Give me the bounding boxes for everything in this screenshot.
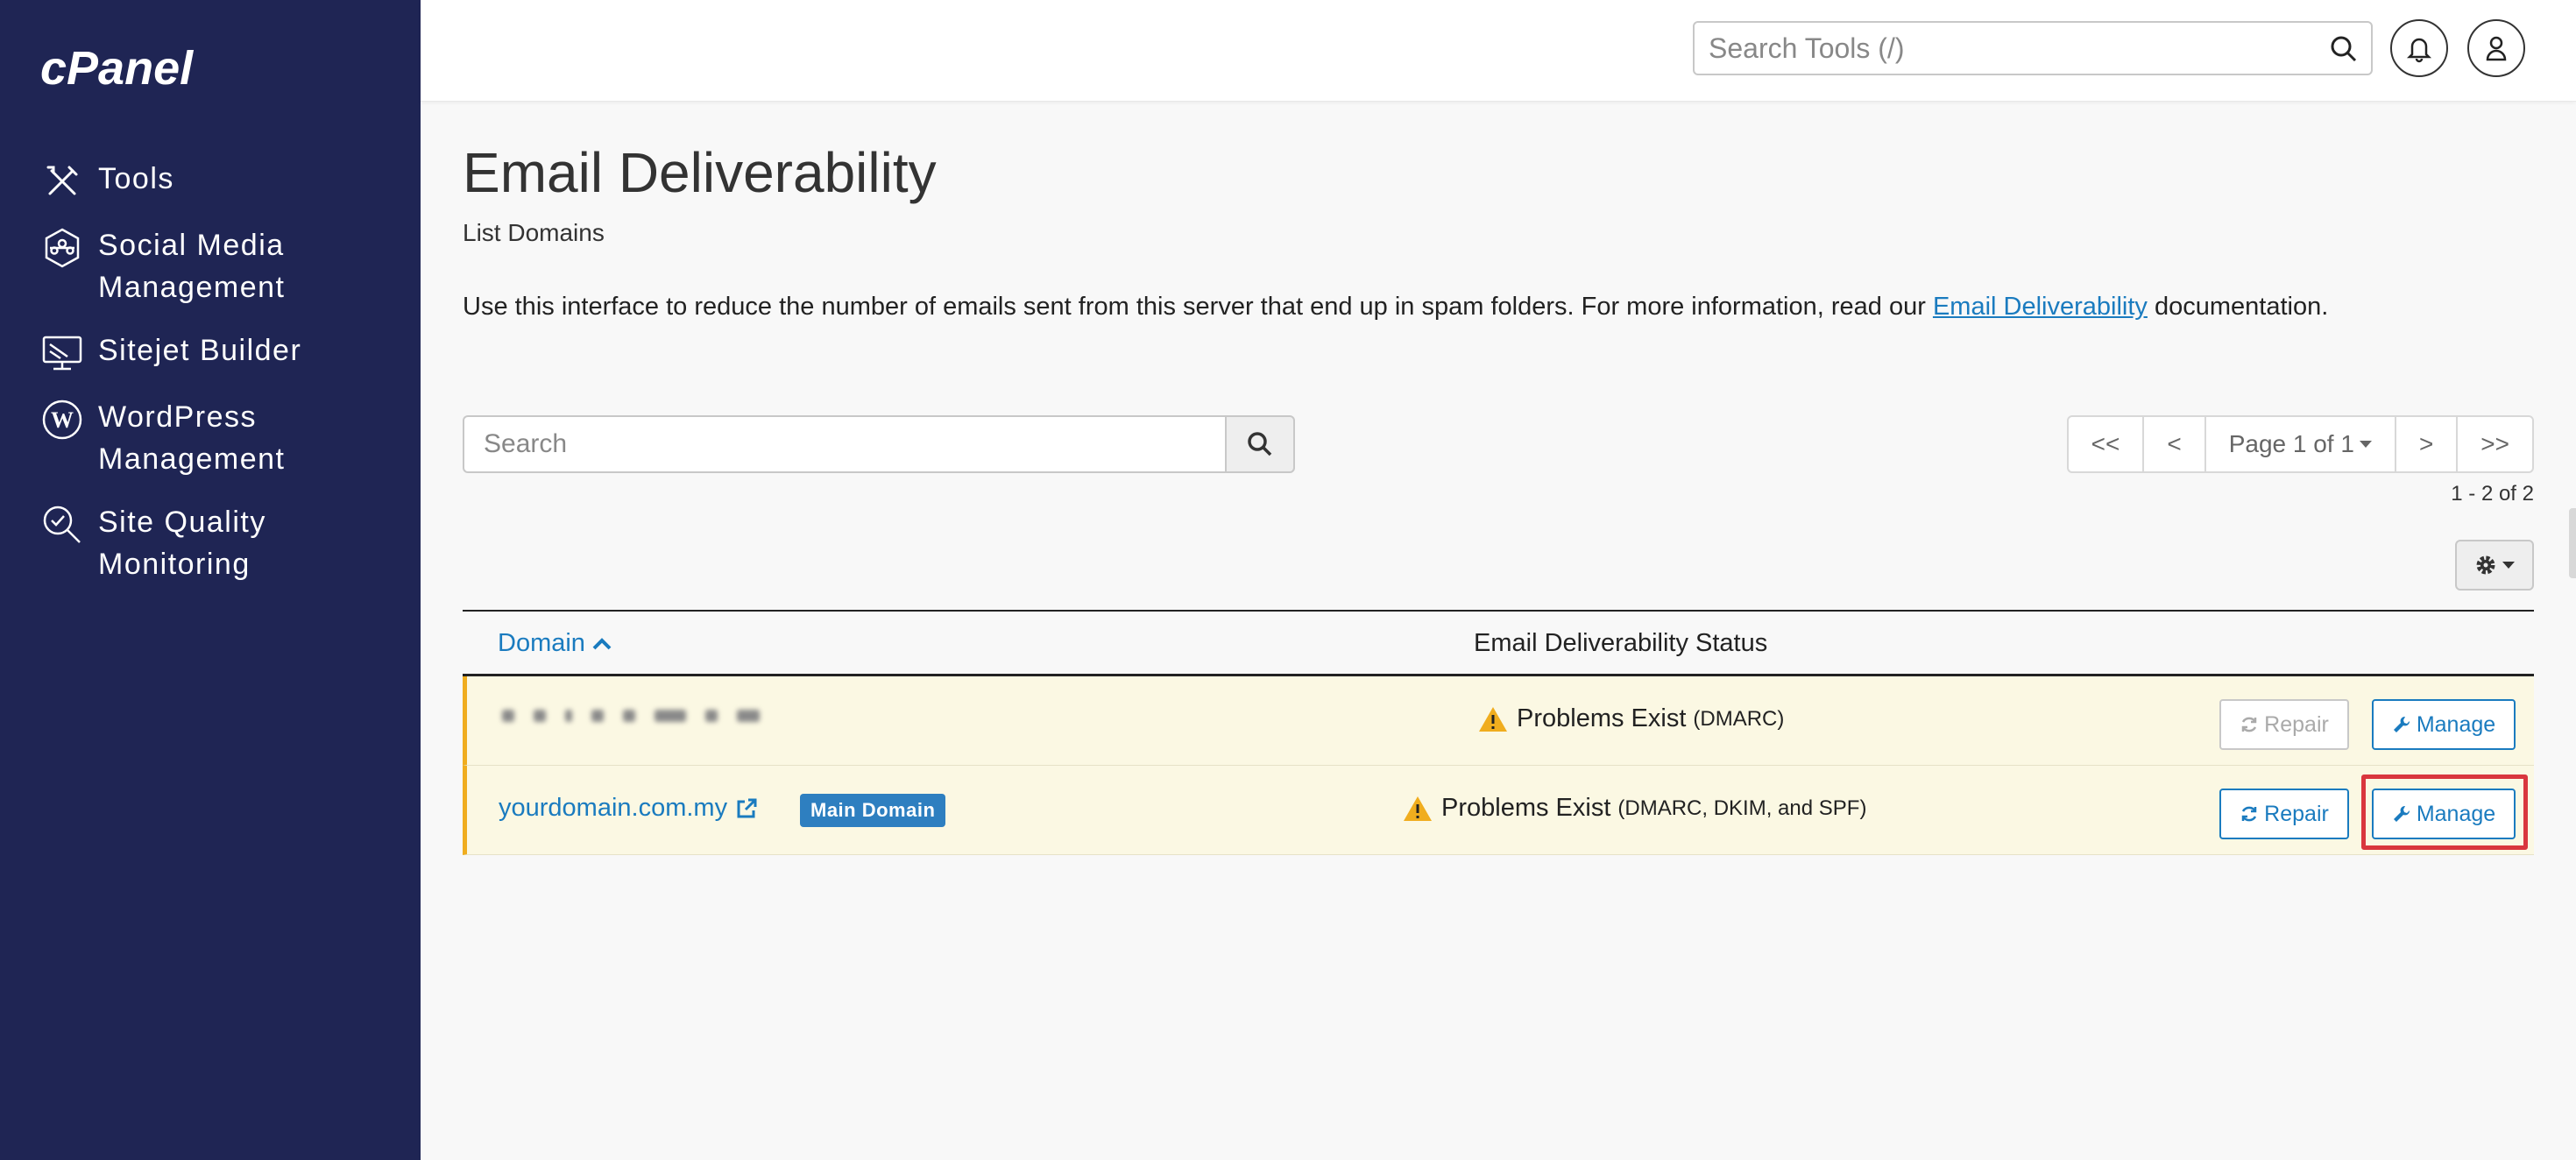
svg-text:W: W [51, 407, 74, 433]
page-select[interactable]: Page 1 of 1 [2206, 417, 2396, 471]
cpanel-logo[interactable]: cPanel [40, 46, 251, 98]
sidebar-item-label: Sitejet Builder [98, 334, 302, 367]
wordpress-icon: W [40, 398, 84, 442]
domain-search [463, 415, 1295, 473]
pagination: << < Page 1 of 1 > >> [2066, 415, 2534, 473]
manage-button[interactable]: Manage [2372, 789, 2516, 839]
search-icon[interactable] [2329, 34, 2359, 64]
domain-name: yourdomain.com.my [499, 794, 728, 822]
bell-icon [2406, 38, 2432, 63]
svg-text:cPanel: cPanel [40, 46, 194, 95]
sidebar-item-wordpress[interactable]: W WordPress Management [0, 396, 421, 480]
warning-icon [1404, 796, 1432, 821]
gear-icon [2476, 555, 2495, 575]
sidebar-item-site-quality[interactable]: Site Quality Monitoring [0, 501, 421, 585]
redacted-domain [502, 710, 760, 722]
page-indicator: Page 1 of 1 [2228, 430, 2354, 457]
tool-search-input[interactable] [1695, 23, 2290, 74]
domain-column-header[interactable]: Domain [498, 629, 613, 658]
refresh-icon [2241, 717, 2257, 732]
status-cell: Problems Exist (DMARC, DKIM, and SPF) [1403, 794, 1866, 823]
domains-table: Domain Email Deliverability Status Probl… [463, 610, 2534, 855]
repair-label: Repair [2264, 801, 2329, 826]
page-title: Email Deliverability [463, 141, 937, 204]
wrench-icon [2393, 716, 2410, 732]
side-panel-handle[interactable] [2569, 508, 2576, 578]
status-cell: Problems Exist (DMARC) [1478, 704, 1784, 733]
warning-icon [1479, 706, 1507, 732]
refresh-icon [2241, 806, 2257, 822]
result-count: 1 - 2 of 2 [2451, 482, 2534, 506]
last-page-button[interactable]: >> [2458, 417, 2532, 471]
status-text: Problems Exist [1441, 794, 1611, 822]
table-header: Domain Email Deliverability Status [463, 610, 2534, 676]
domain-link[interactable]: yourdomain.com.my [499, 794, 759, 823]
user-menu-button[interactable] [2467, 19, 2525, 77]
domain-search-button[interactable] [1225, 415, 1295, 473]
sidebar-item-sitejet[interactable]: Sitejet Builder [0, 329, 421, 375]
tools-icon [40, 159, 84, 203]
page-subtitle: List Domains [463, 219, 605, 246]
sidebar-item-label: WordPress Management [98, 400, 286, 476]
status-text: Problems Exist [1517, 704, 1687, 732]
caret-down-icon [2502, 562, 2515, 569]
repair-button[interactable]: Repair [2219, 699, 2349, 750]
notifications-button[interactable] [2390, 19, 2448, 77]
status-detail: (DMARC, DKIM, and SPF) [1617, 796, 1867, 820]
search-icon [1248, 432, 1272, 456]
chevron-up-icon [592, 637, 612, 649]
email-deliverability-doc-link[interactable]: Email Deliverability [1933, 293, 2148, 321]
sidebar-item-social-media[interactable]: Social Media Management [0, 224, 421, 308]
domain-column-label: Domain [498, 629, 585, 657]
first-page-button[interactable]: << [2069, 417, 2145, 471]
table-settings-button[interactable] [2455, 540, 2534, 591]
manage-label: Manage [2416, 711, 2496, 737]
repair-button[interactable]: Repair [2219, 789, 2349, 839]
page-description: Use this interface to reduce the number … [463, 293, 2328, 322]
social-media-icon [40, 226, 84, 270]
status-detail: (DMARC) [1693, 706, 1785, 731]
domain-search-input[interactable] [463, 415, 1225, 473]
description-text-end: documentation. [2147, 293, 2329, 321]
main-domain-badge: Main Domain [800, 794, 946, 827]
manage-button[interactable]: Manage [2372, 699, 2516, 750]
site-quality-icon [40, 503, 84, 547]
sitejet-icon [40, 331, 84, 375]
tool-search-box[interactable] [1693, 21, 2373, 75]
caret-down-icon [2359, 441, 2372, 448]
user-icon [2486, 36, 2507, 61]
external-link-icon [737, 798, 757, 817]
next-page-button[interactable]: > [2396, 417, 2459, 471]
sidebar-nav: Tools Social Media Management Sitejet Bu… [0, 158, 421, 606]
table-row: Problems Exist (DMARC) Repair Manage [463, 676, 2534, 766]
sidebar-item-label: Site Quality Monitoring [98, 506, 266, 581]
sidebar-item-tools[interactable]: Tools [0, 158, 421, 203]
sidebar-item-label: Tools [98, 162, 174, 195]
description-text: Use this interface to reduce the number … [463, 293, 1933, 321]
prev-page-button[interactable]: < [2144, 417, 2206, 471]
sidebar: cPanel Tools Social Media Management Sit… [0, 0, 421, 1160]
status-column-header: Email Deliverability Status [1474, 629, 1768, 657]
wrench-icon [2393, 805, 2410, 822]
repair-label: Repair [2264, 711, 2329, 737]
table-row: yourdomain.com.my Main Domain Problems E… [463, 766, 2534, 855]
manage-label: Manage [2416, 801, 2496, 826]
sidebar-item-label: Social Media Management [98, 229, 286, 304]
top-header [421, 0, 2576, 102]
